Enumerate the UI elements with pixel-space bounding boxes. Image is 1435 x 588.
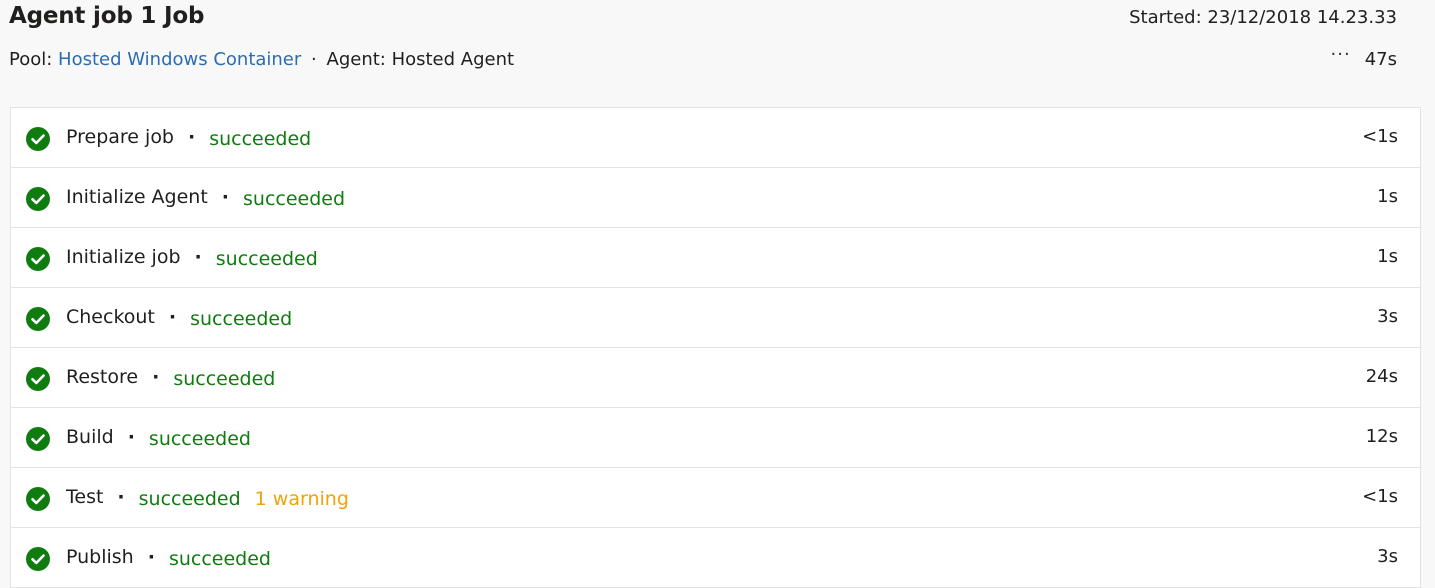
step-name: Initialize Agent	[66, 186, 208, 208]
step-row[interactable]: Build · succeeded 12s	[11, 408, 1420, 468]
step-duration: 3s	[1377, 546, 1398, 567]
job-total-duration: 47s	[1364, 49, 1397, 70]
check-circle-icon	[26, 547, 50, 571]
check-circle-icon	[26, 307, 50, 331]
step-name: Prepare job	[66, 126, 174, 148]
step-name: Build	[66, 426, 114, 448]
step-status: succeeded	[148, 428, 251, 450]
step-status: succeeded	[215, 248, 318, 270]
step-separator: ·	[168, 306, 177, 328]
job-started-time: Started: 23/12/2018 14.23.33	[1129, 7, 1397, 28]
step-status: succeeded	[190, 308, 293, 330]
step-name-group: Checkout · succeeded	[66, 306, 293, 330]
step-separator: ·	[152, 366, 160, 388]
pool-label: Pool:	[9, 49, 53, 70]
step-row[interactable]: Test · succeeded 1 warning <1s	[11, 468, 1420, 528]
steps-list: Prepare job · succeeded <1s Initialize Agent…	[10, 107, 1421, 588]
step-duration: 1s	[1377, 246, 1398, 267]
step-separator: ·	[117, 486, 125, 508]
step-name-group: Initialize job · succeeded	[66, 246, 318, 270]
job-right-meta: ··· 47s	[1331, 44, 1397, 70]
step-name: Checkout	[66, 306, 155, 328]
step-row[interactable]: Restore · succeeded 24s	[11, 348, 1420, 408]
step-name: Test	[66, 486, 104, 508]
step-status: succeeded	[168, 548, 271, 570]
step-warning-count[interactable]: 1 warning	[255, 488, 349, 510]
step-status: succeeded	[209, 128, 312, 150]
check-circle-icon	[26, 367, 50, 391]
job-header: Agent job 1 Job Started: 23/12/2018 14.2…	[0, 0, 1435, 107]
step-name-group: Restore · succeeded	[66, 366, 276, 390]
step-name-group: Prepare job · succeeded	[66, 126, 312, 150]
step-name-group: Publish · succeeded	[66, 546, 271, 570]
check-circle-icon	[26, 127, 50, 151]
step-duration: <1s	[1362, 126, 1398, 147]
step-separator: ·	[194, 246, 202, 268]
pool-link[interactable]: Hosted Windows Container	[58, 49, 301, 70]
step-name-group: Test · succeeded 1 warning	[66, 486, 349, 510]
step-row[interactable]: Checkout · succeeded 3s	[11, 288, 1420, 348]
step-status: succeeded	[243, 188, 346, 210]
step-name: Restore	[66, 366, 139, 388]
agent-text: Agent: Hosted Agent	[326, 49, 515, 70]
step-duration: 1s	[1377, 186, 1398, 207]
step-separator: ·	[127, 426, 135, 448]
step-row[interactable]: Publish · succeeded 3s	[11, 528, 1420, 588]
step-duration: 24s	[1365, 366, 1398, 387]
step-duration: 3s	[1377, 306, 1398, 327]
step-row[interactable]: Initialize Agent · succeeded 1s	[11, 168, 1420, 228]
check-circle-icon	[26, 187, 50, 211]
job-title: Agent job 1 Job	[9, 3, 205, 29]
job-meta: Pool: Hosted Windows Container · Agent: …	[9, 49, 514, 70]
step-name: Initialize job	[66, 246, 181, 268]
step-separator: ·	[188, 126, 196, 148]
step-status: succeeded	[173, 368, 276, 390]
check-circle-icon	[26, 247, 50, 271]
check-circle-icon	[26, 427, 50, 451]
step-name-group: Initialize Agent · succeeded	[66, 186, 346, 210]
meta-separator: ·	[311, 49, 317, 70]
step-row[interactable]: Prepare job · succeeded <1s	[11, 108, 1420, 168]
step-duration: 12s	[1365, 426, 1398, 447]
step-separator: ·	[221, 186, 230, 208]
step-name-group: Build · succeeded	[66, 426, 251, 450]
step-duration: <1s	[1362, 486, 1398, 507]
step-separator: ·	[147, 546, 155, 568]
check-circle-icon	[26, 487, 50, 511]
step-row[interactable]: Initialize job · succeeded 1s	[11, 228, 1420, 288]
step-name: Publish	[66, 546, 134, 568]
step-status: succeeded	[138, 488, 241, 510]
more-options-icon[interactable]: ···	[1331, 44, 1351, 65]
